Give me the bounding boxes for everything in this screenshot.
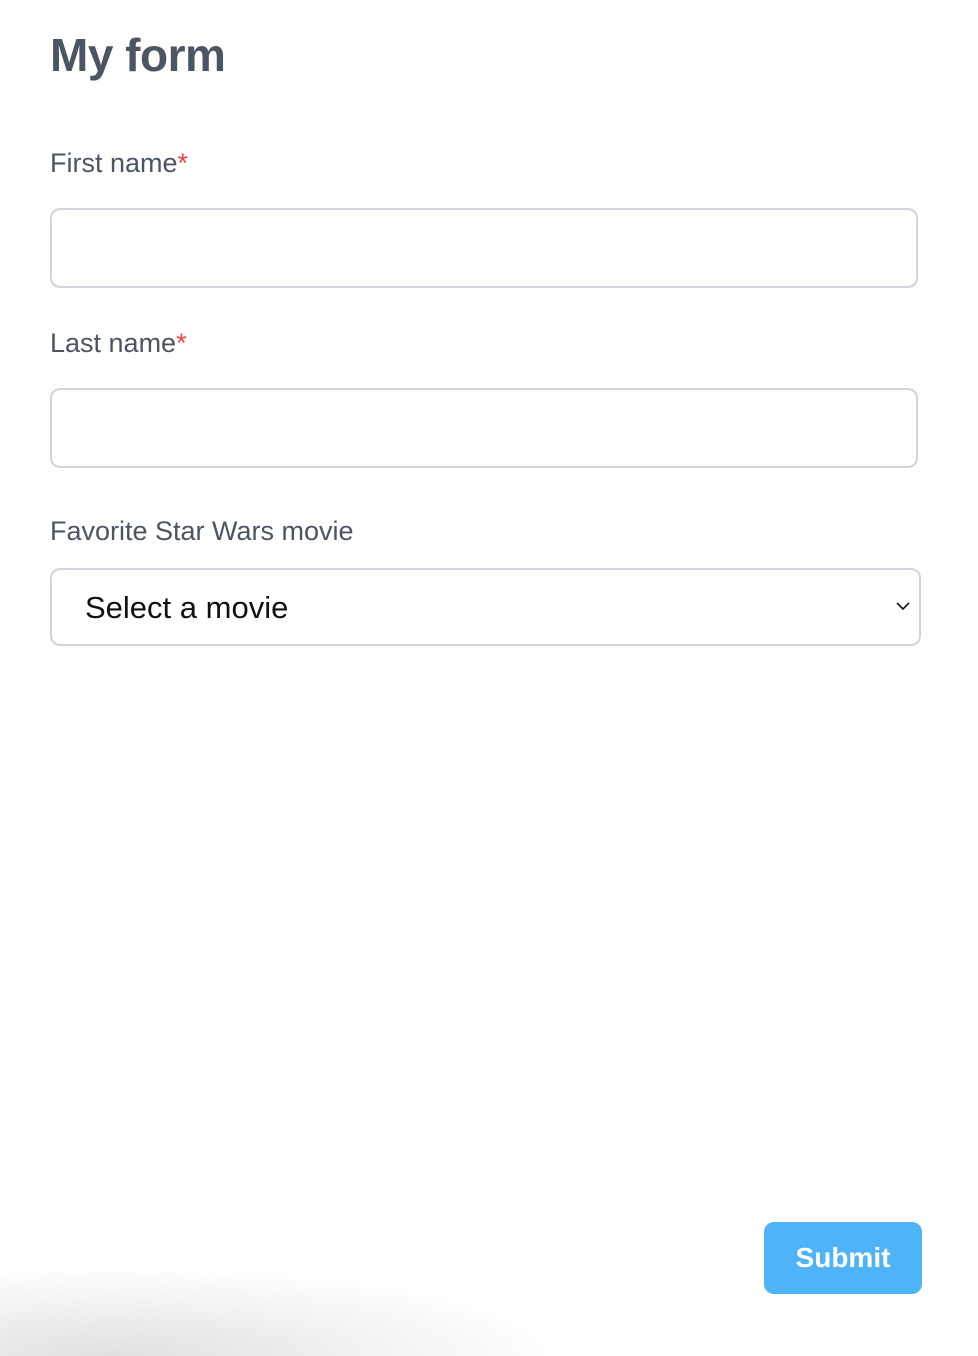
required-mark: * xyxy=(177,148,189,178)
last-name-label-text: Last name xyxy=(50,328,177,358)
first-name-label-text: First name xyxy=(50,148,178,178)
first-name-label: First name* xyxy=(50,148,188,179)
movie-select-value: Select a movie xyxy=(85,590,289,625)
last-name-input[interactable] xyxy=(50,388,918,468)
page-title: My form xyxy=(50,29,226,81)
movie-select[interactable]: Select a movie xyxy=(50,568,921,646)
movie-label: Favorite Star Wars movie xyxy=(50,516,354,546)
last-name-label: Last name* xyxy=(50,328,187,359)
shadow-overlay xyxy=(0,1266,560,1356)
first-name-input[interactable] xyxy=(50,208,918,288)
submit-button[interactable]: Submit xyxy=(764,1222,922,1294)
required-mark: * xyxy=(176,328,187,358)
chevron-down-icon xyxy=(896,602,910,611)
